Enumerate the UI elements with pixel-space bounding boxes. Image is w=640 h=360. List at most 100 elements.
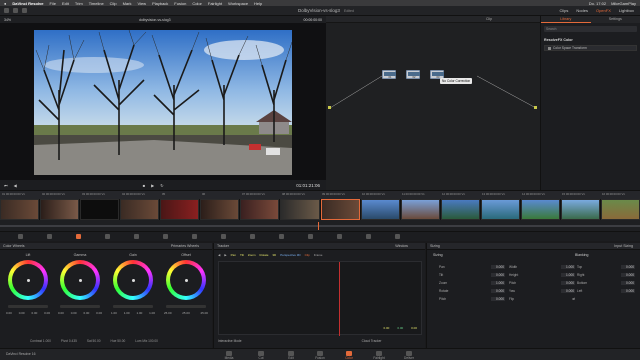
tracker-pan-toggle[interactable]: Pan	[231, 253, 236, 257]
menu-trim[interactable]: Trim	[75, 1, 83, 6]
openfx-button[interactable]: OpenFX	[596, 8, 611, 13]
clip-thumbnail[interactable]	[200, 199, 240, 220]
node-02[interactable]: 02	[406, 70, 420, 79]
magic-mask-icon[interactable]	[279, 234, 284, 239]
playhead[interactable]	[318, 222, 319, 230]
curves-icon[interactable]	[163, 234, 168, 239]
page-color[interactable]: Color	[338, 351, 360, 360]
gamma-wheel[interactable]	[60, 260, 100, 300]
blanking-left-field[interactable]: 0.000	[621, 289, 635, 293]
gain-value-b[interactable]: 1.00	[149, 311, 155, 315]
tracker-tilt-toggle[interactable]: Tilt	[240, 253, 244, 257]
lift-value-b[interactable]: 0.00	[44, 311, 50, 315]
menu-color[interactable]: Color	[192, 1, 202, 6]
camera-raw-icon[interactable]	[18, 234, 23, 239]
tab-library[interactable]: Library	[541, 16, 591, 23]
page-fairlight[interactable]: Fairlight	[368, 351, 390, 360]
sizing-pitch2-field[interactable]: 0.000	[561, 281, 575, 285]
blanking-right-field[interactable]: 0.000	[621, 273, 635, 277]
tracker-icon[interactable]	[250, 234, 255, 239]
menu-help[interactable]: Help	[254, 1, 262, 6]
3d-icon[interactable]	[395, 234, 400, 239]
hue-param[interactable]: Hue 50.00	[111, 339, 126, 343]
gain-wheel[interactable]	[113, 260, 153, 300]
clip-thumbnail[interactable]	[600, 199, 640, 220]
sizing-zoom-field[interactable]: 1.000	[491, 281, 505, 285]
lum-mix-param[interactable]: Lum Mix 100.00	[135, 339, 158, 343]
offset-value-b[interactable]: 25.00	[200, 311, 208, 315]
lift-master-slider[interactable]	[8, 305, 48, 308]
clips-button[interactable]: Clips	[560, 8, 569, 13]
sizing-height-field[interactable]: 1.000	[561, 273, 575, 277]
wheels-mode[interactable]: Primaries Wheels	[171, 244, 199, 248]
gamma-value-g[interactable]: 0.00	[83, 311, 89, 315]
tracker-clip-button[interactable]: Clip	[305, 253, 310, 257]
flip-icon[interactable]: ⇄	[572, 297, 575, 301]
loop-icon[interactable]: ↻	[160, 183, 163, 188]
tracker-graph[interactable]: 0.00 0.00 0.00	[218, 261, 422, 336]
cloud-tracker-dropdown[interactable]: Cloud Tracker	[362, 339, 382, 343]
tracker-frame-button[interactable]: Frame	[314, 253, 323, 257]
gamma-value-b[interactable]: 0.00	[96, 311, 102, 315]
clip-thumbnail[interactable]	[360, 199, 400, 220]
gamma-value-r[interactable]: 0.00	[71, 311, 77, 315]
key-icon[interactable]	[337, 234, 342, 239]
lift-value-r[interactable]: 0.00	[19, 311, 25, 315]
clip-thumbnail[interactable]	[560, 199, 600, 220]
pivot-param[interactable]: Pivot 0.435	[61, 339, 77, 343]
clip-thumbnail[interactable]	[80, 199, 120, 220]
page-deliver[interactable]: Deliver	[398, 351, 420, 360]
qualifier-icon[interactable]	[192, 234, 197, 239]
menu-file[interactable]: File	[49, 1, 55, 6]
node-editor[interactable]: 01 02 03	[326, 16, 540, 190]
clip-thumbnail[interactable]	[240, 199, 280, 220]
lift-value-g[interactable]: 0.00	[31, 311, 37, 315]
user-name[interactable]: MikeGamPlay	[611, 1, 636, 6]
tracker-window-mode[interactable]: Window	[395, 244, 408, 248]
menu-view[interactable]: View	[137, 1, 146, 6]
gain-value-y[interactable]: 1.00	[111, 311, 117, 315]
rgb-mixer-icon[interactable]	[105, 234, 110, 239]
interactive-mode-checkbox[interactable]: Interactive Mode	[218, 339, 242, 343]
blur-icon[interactable]	[308, 234, 313, 239]
clip-thumbnail[interactable]	[400, 199, 440, 220]
menu-timeline[interactable]: Timeline	[89, 1, 104, 6]
wheel-puck[interactable]	[26, 278, 30, 282]
zoom-level[interactable]: 34%	[4, 18, 11, 22]
page-cut[interactable]: Cut	[250, 351, 272, 360]
wheel-puck[interactable]	[131, 278, 135, 282]
offset-master-slider[interactable]	[166, 305, 206, 308]
blanking-top-field[interactable]: 0.000	[621, 265, 635, 269]
play-icon[interactable]: ▶	[151, 183, 154, 188]
clip-thumbnail[interactable]	[480, 199, 520, 220]
menu-edit[interactable]: Edit	[62, 1, 69, 6]
library-item-color-space-transform[interactable]: Color Space Transform	[544, 45, 637, 51]
window-icon[interactable]	[221, 234, 226, 239]
tracker-perspective-dropdown[interactable]: Perspective 3D	[280, 253, 300, 257]
mini-timeline[interactable]	[0, 220, 640, 232]
library-search-input[interactable]: Search	[544, 26, 637, 32]
track-backward-icon[interactable]: ◀	[218, 253, 220, 257]
sizing-width-field[interactable]: 1.000	[561, 265, 575, 269]
go-start-icon[interactable]: ⏮	[4, 183, 8, 188]
clip-thumbnail[interactable]	[320, 199, 360, 220]
page-media[interactable]: Media	[218, 351, 240, 360]
gain-value-g[interactable]: 1.00	[136, 311, 142, 315]
lift-wheel[interactable]	[8, 260, 48, 300]
sizing-rotate-field[interactable]: 0.000	[491, 289, 505, 293]
node-01[interactable]: 01	[382, 70, 396, 79]
contrast-param[interactable]: Contrast 1.000	[30, 339, 51, 343]
sizing-mode-dropdown[interactable]: Input Sizing	[614, 244, 633, 248]
nodes-button[interactable]: Nodes	[576, 8, 588, 13]
color-match-icon[interactable]	[47, 234, 52, 239]
offset-wheel[interactable]	[166, 260, 206, 300]
menu-app[interactable]: DaVinci Resolve	[12, 1, 43, 6]
clip-thumbnail[interactable]	[280, 199, 320, 220]
menu-playback[interactable]: Playback	[152, 1, 168, 6]
menu-fairlight[interactable]: Fairlight	[208, 1, 222, 6]
apple-icon[interactable]: ●	[4, 1, 6, 6]
sizing-pitch-field[interactable]: 0.000	[491, 297, 505, 301]
offset-value-g[interactable]: 25.00	[182, 311, 190, 315]
media-pool-icon[interactable]	[22, 8, 27, 13]
offset-value-r[interactable]: 25.00	[164, 311, 172, 315]
